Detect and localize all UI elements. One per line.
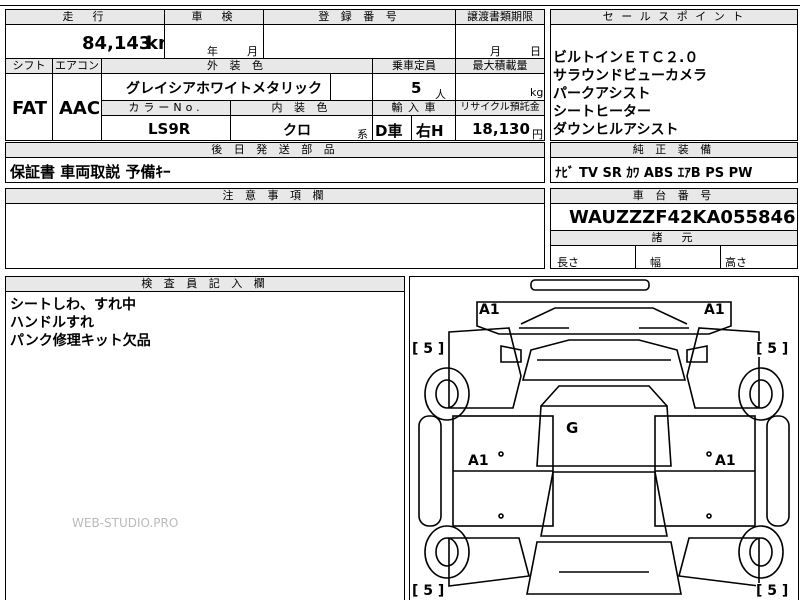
dim-height-label: 高さ [725,256,747,269]
inspector-header: 検 査 員 記 入 欄 [5,276,405,292]
shaken-cell: 年 月 [164,24,264,59]
capacity-value: 5 [411,79,422,97]
import-value-2: 右H [416,122,444,140]
sales-point-item: サラウンドビューカメラ [553,68,707,84]
inspector-cell: シートしわ、すれ中 ハンドルすれ パンク修理キット欠品 WEB-STUDIO.P… [5,291,405,600]
sales-points-list: ビルトインＥＴＣ２.０ サラウンドビューカメラ パークアシスト シートヒーター … [553,49,707,139]
capacity-cell: 5 人 [372,73,456,101]
dim-length-label: 長さ [557,256,579,269]
recycle-unit: 円 [532,128,543,141]
damage-roof: G [566,419,579,437]
mileage-cell: 84,143 km [5,24,177,59]
capacity-header: 乗車定員 [372,58,456,74]
transfer-header: 譲渡書類期限 [455,9,545,25]
interior-cell: クロ 系 [230,115,373,141]
max-load-unit: kg [530,86,544,99]
tire-bottom-right: [ 5 ] [756,583,789,599]
shaken-month-label: 月 [247,45,258,58]
dimensions-header: 諸 元 [550,230,798,246]
exterior-cell: グレイシアホワイトメタリック [101,73,331,101]
sales-point-item: パークアシスト [553,86,651,102]
dim-height-cell: 高さ [720,245,798,269]
exterior-extra-cell [330,73,373,101]
import-header: 輸 入 車 [372,100,456,116]
inspector-line: パンク修理キット欠品 [10,333,151,349]
interior-suffix: 系 [357,128,368,141]
shift-header: シフト [5,58,53,74]
interior-value: クロ [283,123,311,139]
color-no-value: LS9R [148,120,191,138]
color-no-cell: LS9R [101,115,231,141]
registration-header: 登 録 番 号 [263,9,456,25]
dim-width-cell: 幅 [635,245,721,269]
registration-cell [263,24,456,59]
shift-value: FAT [12,98,48,119]
tire-top-left: [ 5 ] [412,341,445,357]
transfer-day-label: 日 [530,45,541,58]
damage-mid-left: A1 [468,453,489,469]
dim-length-cell: 長さ [550,245,636,269]
inspector-lines: シートしわ、すれ中 ハンドルすれ パンク修理キット欠品 [10,296,151,350]
shaken-header: 車 検 [164,9,264,25]
shaken-year-label: 年 [207,45,218,58]
transfer-month-label: 月 [490,45,501,58]
chassis-header: 車 台 番 号 [550,188,798,204]
car-diagram [418,279,790,595]
recycle-cell: 18,130 円 [455,115,545,141]
dim-width-label: 幅 [650,256,661,269]
top-partial-row [0,0,800,6]
damage-front-left: A1 [479,302,500,318]
exterior-header: 外 装 色 [101,58,373,74]
transfer-cell: 月 日 [455,24,545,59]
aircon-cell: AAC [52,73,102,141]
notes-cell [5,203,545,269]
color-no-header: カラーNo. [101,100,231,116]
mileage-value: 84,143 [82,33,152,54]
import-cell-2: 右H [411,115,456,141]
max-load-header: 最大積載量 [455,58,545,74]
later-parts-value: 保証書 車両取説 予備ｷｰ [10,163,171,181]
shift-cell: FAT [5,73,53,141]
genuine-value: ﾅﾋﾞ TV SR ｶﾜ ABS ｴｱB PS PW [555,166,753,181]
notes-header: 注 意 事 項 欄 [5,188,545,204]
exterior-value: グレイシアホワイトメタリック [126,81,322,97]
aircon-header: エアコン [52,58,102,74]
sales-points-cell: ビルトインＥＴＣ２.０ サラウンドビューカメラ パークアシスト シートヒーター … [550,24,798,141]
damage-front-right: A1 [704,302,725,318]
sales-point-item: ダウンヒルアシスト [553,122,679,138]
import-value-1: D車 [375,122,403,140]
car-diagram-panel: A1 A1 A1 A1 G [ 5 ] [ 5 ] [ 5 ] [ 5 ] [409,276,799,600]
tire-bottom-left: [ 5 ] [412,583,445,599]
tire-top-right: [ 5 ] [756,341,789,357]
interior-header: 内 装 色 [230,100,373,116]
import-cell-1: D車 [372,115,412,141]
sales-point-item: シートヒーター [553,104,651,120]
mileage-header: 走 行 [5,9,165,25]
genuine-cell: ﾅﾋﾞ TV SR ｶﾜ ABS ｴｱB PS PW [550,157,798,183]
damage-mid-right: A1 [715,453,736,469]
later-parts-cell: 保証書 車両取説 予備ｷｰ [5,157,545,183]
sales-point-item: ビルトインＥＴＣ２.０ [553,50,699,66]
inspector-line: シートしわ、すれ中 [10,297,136,313]
inspector-line: ハンドルすれ [10,315,94,331]
max-load-cell: kg [455,73,545,101]
later-parts-header: 後 日 発 送 部 品 [5,142,545,158]
sales-points-header: セ ー ル ス ポ イ ン ト [550,9,798,25]
chassis-value: WAUZZZF42KA055846 [569,207,796,228]
watermark: WEB-STUDIO.PRO [72,516,179,530]
recycle-header: リサイクル預託金 [455,100,545,116]
aircon-value: AAC [59,98,101,119]
genuine-header: 純 正 装 備 [550,142,798,158]
chassis-cell: WAUZZZF42KA055846 [550,203,798,231]
recycle-value: 18,130 [472,120,530,138]
